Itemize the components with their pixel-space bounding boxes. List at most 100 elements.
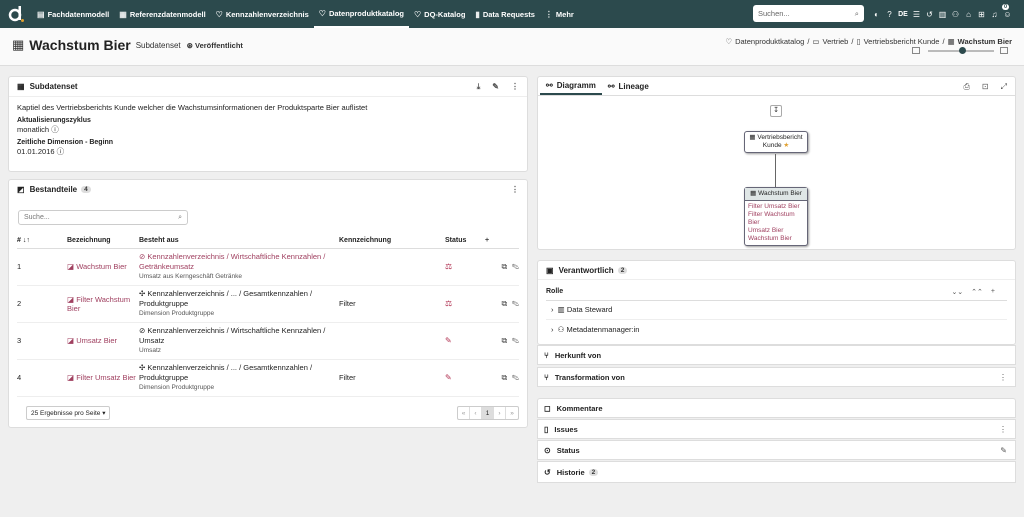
language-switch[interactable]: DE [896, 11, 910, 18]
diamond-icon: ♡ [725, 37, 733, 46]
status-badge: ⊛ Veröffentlicht [186, 40, 243, 50]
diagram-card: ⚯ Diagramm ⚯ Lineage ⎙ ⊡ ⤢ ↧ ▦ Vertriebsbe… [537, 76, 1016, 250]
transformation-section[interactable]: ⑂ Transformation von ⋮ [537, 367, 1016, 387]
herkunft-section[interactable]: ⑂ Herkunft von [537, 345, 1016, 365]
global-search-input[interactable]: Suchen... ⌕ [753, 5, 864, 22]
home-icon[interactable]: ⌂ [962, 10, 975, 19]
element-icon: ◪ [67, 336, 75, 345]
folder-icon: ▭ [812, 37, 820, 46]
top-icons: ◐ ? DE ☰ ↺ ▥ ⚇ ⌂ ⊞ ♫ ☺ [870, 0, 1014, 28]
id-card-icon: ▣ [546, 265, 554, 275]
more-icon[interactable]: ⋮ [999, 373, 1007, 382]
tab-lineage[interactable]: ⚯ Lineage [602, 77, 655, 95]
list-icon[interactable]: ☰ [910, 10, 923, 19]
prev-page-icon[interactable]: ‹ [470, 407, 482, 419]
path-link[interactable]: ✣ Kennzahlenverzeichnis / ... / Gesamtke… [139, 289, 312, 308]
copy-icon[interactable]: ⧉ [502, 299, 508, 308]
page-number[interactable]: 1 [482, 407, 494, 419]
edit-icon[interactable]: ✎ [512, 299, 519, 308]
bestandteile-card: ◩ Bestandteile 4 ⋮ Suche... ⌕ # ↓↑ Bezei… [8, 179, 528, 428]
kommentare-section[interactable]: ◻ Kommentare [537, 398, 1016, 418]
nav-referenzdatenmodell[interactable]: ▦ Referenzdatenmodell [114, 0, 210, 28]
fit-icon[interactable]: ⊡ [982, 82, 989, 92]
copy-icon[interactable]: ⧉ [502, 373, 508, 382]
clipboard-icon: ▯ [544, 424, 549, 434]
chevron-right-icon: › [551, 305, 554, 314]
report-icon[interactable]: ▥ [936, 10, 949, 19]
org-icon[interactable]: ⊞ [975, 10, 988, 19]
page-header: ▦ Wachstum Bier Subdatenset ⊛ Veröffentl… [0, 28, 1024, 66]
per-page-select[interactable]: 25 Ergebnisse pro Seite ▾ [26, 406, 111, 420]
chevron-down-icon: ▾ [102, 410, 106, 417]
path-link[interactable]: ✣ Kennzahlenverzeichnis / ... / Gesamtke… [139, 363, 312, 382]
edit-icon[interactable]: ✎ [512, 373, 519, 382]
diamond-icon: ♡ [318, 8, 326, 18]
element-icon: ◪ [67, 373, 75, 382]
nav-mehr[interactable]: ⋮ Mehr [540, 0, 579, 28]
tab-diagramm[interactable]: ⚯ Diagramm [540, 77, 602, 95]
collapse-icon[interactable]: ↧ [770, 105, 782, 117]
next-page-icon[interactable]: › [494, 407, 506, 419]
table-row: 3 ◪ Umsatz Bier ⊘ Kennzahlenverzeichnis … [17, 322, 519, 360]
bestandteile-search-input[interactable]: Suche... ⌕ [18, 210, 188, 225]
diagram-node-child[interactable]: ▦ Wachstum Bier Filter Umsatz Bier Filte… [744, 187, 808, 246]
location-icon: ⊙ [544, 445, 551, 455]
status-section[interactable]: ⊙ Status ✎ [537, 440, 1016, 460]
copy-icon[interactable]: ⧉ [502, 262, 508, 271]
expand-icon[interactable]: ⤢ [1001, 82, 1007, 92]
breadcrumb-item[interactable]: Vertrieb [823, 37, 849, 46]
add-icon[interactable]: + [991, 288, 995, 296]
layout-wide-icon [1000, 47, 1008, 54]
breadcrumb-item[interactable]: Datenproduktkatalog [735, 37, 804, 46]
path-link[interactable]: ⊘ Kennzahlenverzeichnis / Wirtschaftlich… [139, 326, 325, 345]
info-icon: ⓘ [56, 147, 65, 156]
add-icon[interactable]: + [485, 234, 519, 249]
edit-icon[interactable]: ✎ [1000, 446, 1007, 455]
history-icon[interactable]: ↺ [923, 10, 936, 19]
more-icon[interactable]: ⋮ [999, 425, 1007, 434]
nav-datenproduktkatalog[interactable]: ♡ Datenproduktkatalog [313, 0, 409, 28]
collapse-all-icon[interactable]: ⌃⌃ [971, 288, 983, 296]
issues-section[interactable]: ▯ Issues ⋮ [537, 419, 1016, 439]
theme-icon[interactable]: ◐ [870, 10, 883, 19]
path-link[interactable]: ⊘ Kennzahlenverzeichnis / Wirtschaftlich… [139, 252, 325, 271]
role-data-steward[interactable]: › ▥ Data Steward [551, 305, 612, 314]
grid-icon: ▦ [750, 190, 757, 197]
user-icon[interactable]: ☺ [1001, 10, 1014, 19]
status-icon: ⚖ [445, 285, 485, 323]
people-icon[interactable]: ⚇ [949, 10, 962, 19]
help-icon[interactable]: ? [883, 10, 896, 19]
element-icon: ◪ [67, 294, 75, 304]
expand-all-icon[interactable]: ⌄⌄ [951, 288, 963, 296]
page-subtitle: Subdatenset [135, 40, 181, 50]
diagram-node-parent[interactable]: ▦ Vertriebsbericht Kunde ★ [744, 131, 808, 153]
edit-icon[interactable]: ✎ [512, 262, 519, 271]
historie-section[interactable]: ↺ Historie 2 [537, 461, 1016, 483]
download-icon[interactable]: ⤓ [477, 82, 481, 92]
chart-icon: ▮ [475, 9, 480, 19]
grid-icon: ▦ [17, 82, 25, 91]
more-icon[interactable]: ⋮ [511, 82, 519, 92]
info-icon: ⓘ [51, 125, 59, 134]
print-icon[interactable]: ⎙ [963, 82, 969, 92]
diamond-icon: ♡ [413, 9, 422, 19]
edit-icon[interactable]: ✎ [512, 336, 519, 345]
nav-data-requests[interactable]: ▮ Data Requests [470, 0, 540, 28]
slider-handle[interactable] [959, 47, 966, 54]
verantwortlich-card: ▣ Verantwortlich 2 Rolle ⌄⌄ ⌃⌃ + › ▥ Dat… [537, 260, 1016, 345]
table-row: 1 ◪ Wachstum Bier ⊘ Kennzahlenverzeichni… [17, 248, 519, 286]
last-page-icon[interactable]: » [506, 407, 518, 419]
role-metadatenmanager[interactable]: › ⚇ Metadatenmanager:in [551, 325, 639, 334]
nav-dq-katalog[interactable]: ♡ DQ-Katalog [409, 0, 470, 28]
nav-kennzahlenverzeichnis[interactable]: ♡ Kennzahlenverzeichnis [211, 0, 314, 28]
edit-icon[interactable]: ✎ [492, 82, 499, 92]
nav-fachdatenmodell[interactable]: ▤ Fachdatenmodell [32, 0, 114, 28]
first-page-icon[interactable]: « [458, 407, 470, 419]
copy-icon[interactable]: ⧉ [502, 336, 508, 345]
layout-slider[interactable] [912, 45, 1012, 57]
app-logo[interactable] [6, 4, 26, 24]
more-icon[interactable]: ⋮ [511, 185, 519, 194]
chevron-right-icon: › [551, 325, 554, 334]
person-icon: ⚇ [557, 325, 565, 334]
bell-icon[interactable]: ♫ [988, 10, 1001, 19]
